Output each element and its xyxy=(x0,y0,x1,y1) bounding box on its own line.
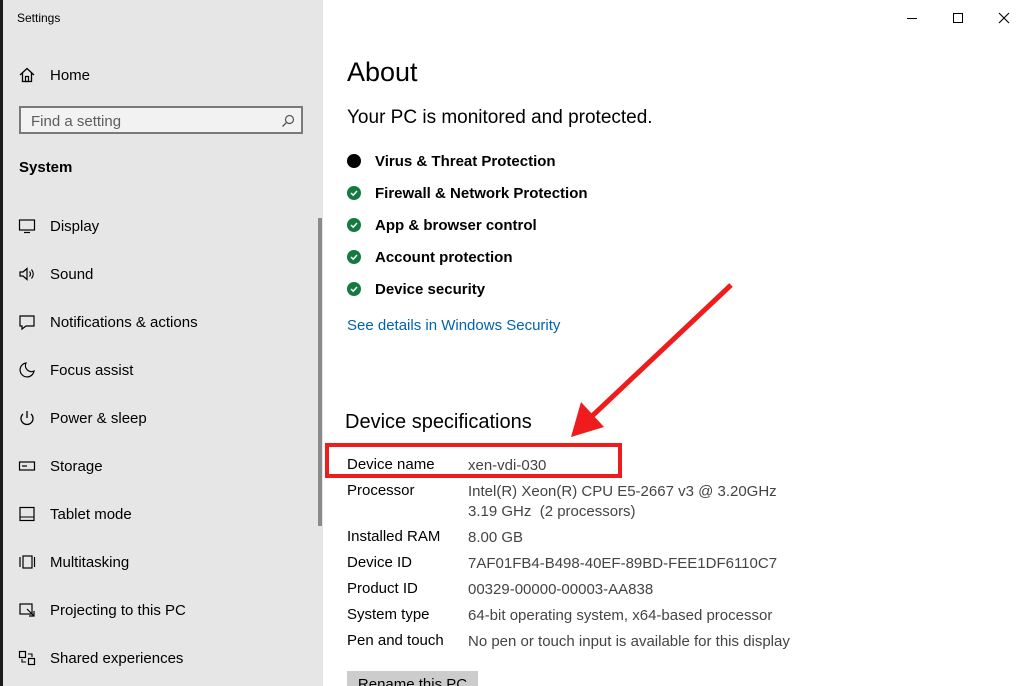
annotation-arrow-icon xyxy=(571,283,733,437)
